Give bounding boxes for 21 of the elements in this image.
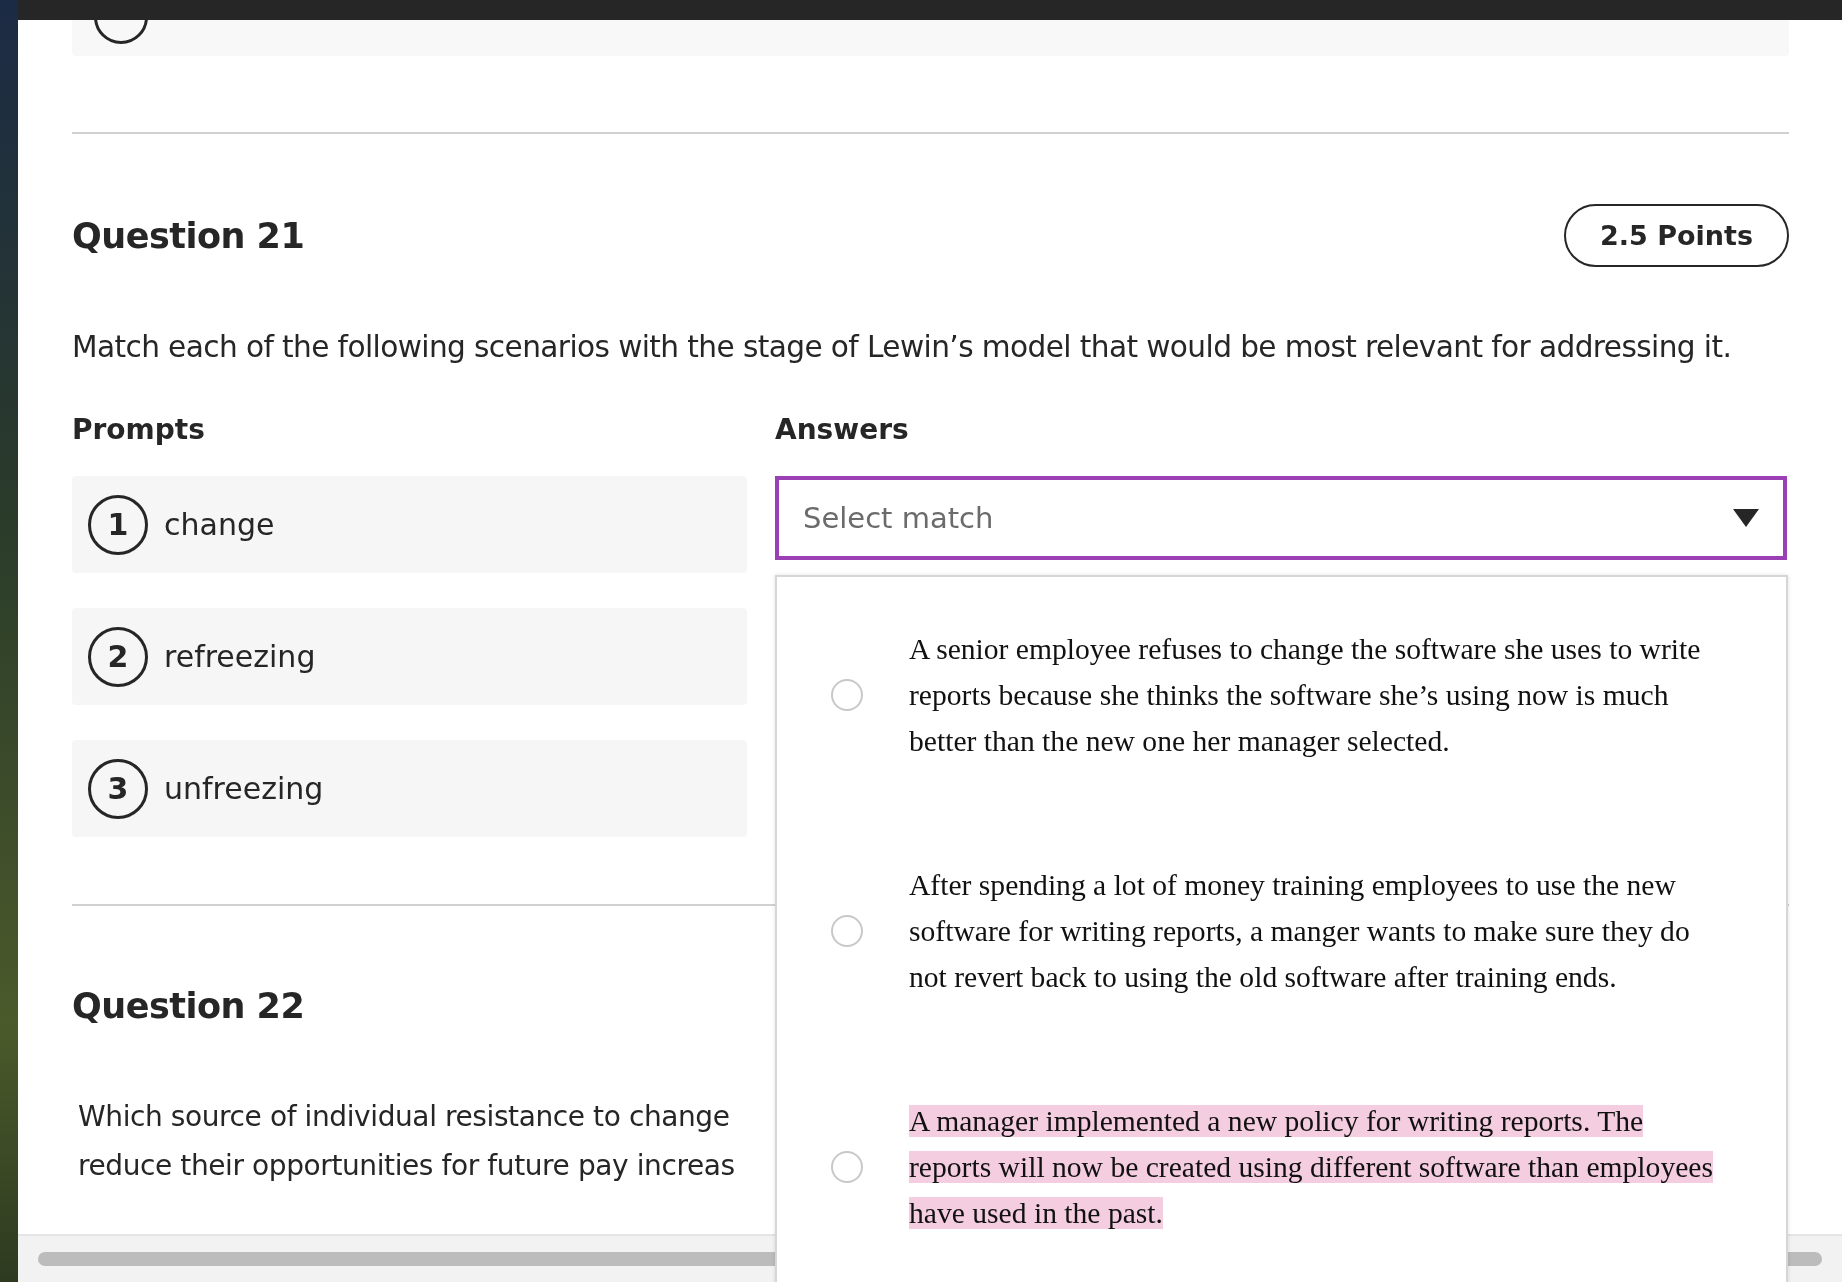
prompt-number: 2 bbox=[88, 626, 148, 687]
radio-button[interactable] bbox=[831, 1151, 863, 1183]
prompts-heading: Prompts bbox=[72, 413, 206, 446]
answers-heading: Answers bbox=[775, 413, 910, 446]
prompt-number: 3 bbox=[88, 758, 148, 819]
question-instructions: Match each of the following scenarios with the stage of Lewin’s model that would be most relevant for addressing it. bbox=[72, 329, 1733, 366]
prompt-label: change bbox=[164, 507, 275, 542]
radio-button[interactable] bbox=[831, 679, 863, 711]
radio-button[interactable] bbox=[831, 915, 863, 947]
question-text: Which source of individual resistance to change bbox=[78, 1099, 730, 1135]
prompt-label: refreezing bbox=[164, 639, 316, 674]
prompt-label: unfreezing bbox=[164, 771, 324, 806]
points-badge: 2.5 Points bbox=[1563, 204, 1789, 267]
question-text: reduce their opportunities for future pay increas bbox=[78, 1148, 735, 1184]
prompt-number: 1 bbox=[88, 494, 148, 555]
option-text[interactable]: After spending a lot of money training employees to use the new software for writing reports, a manger wants to make sure they do not revert back to using the old software after training ends. bbox=[909, 862, 1724, 1000]
select-dropdown[interactable]: Select match bbox=[775, 476, 1787, 560]
caret-icon bbox=[1733, 509, 1759, 527]
question-title: Question 21 bbox=[72, 215, 305, 256]
option-text[interactable]: A senior employee refuses to change the software she uses to write reports because she thinks the software she’s using now is much better than the new one her manager selected. bbox=[909, 626, 1724, 764]
question-title: Question 22 bbox=[72, 986, 305, 1026]
